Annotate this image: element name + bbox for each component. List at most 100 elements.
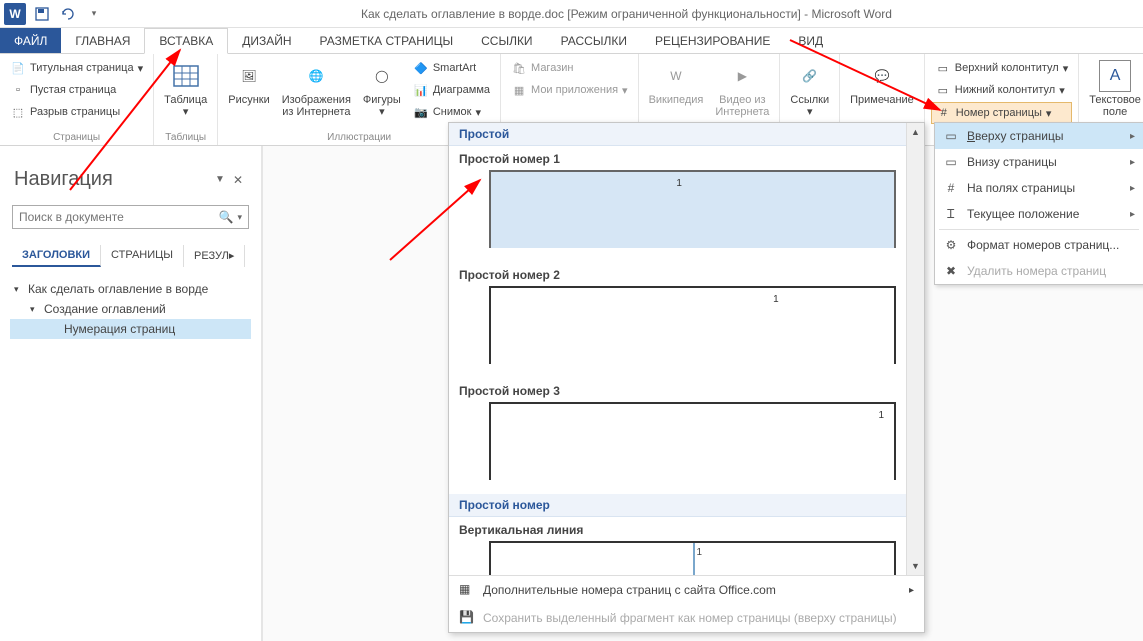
video-icon: ▶ [726, 60, 758, 92]
gallery-option-label: Простой номер 3 [449, 378, 906, 402]
save-icon[interactable] [34, 6, 50, 22]
scroll-up-icon[interactable]: ▲ [907, 123, 924, 141]
page-break-button[interactable]: ⬚Разрыв страницы [6, 102, 147, 122]
table-button[interactable]: Таблица▾ [160, 58, 211, 120]
menu-item-bottom[interactable]: ▭Внизу страницы▸ [935, 149, 1143, 175]
blank-page-button[interactable]: ▫Пустая страница [6, 80, 147, 100]
shapes-button[interactable]: ◯Фигуры▾ [359, 58, 405, 120]
chevron-right-icon: ▸ [1130, 157, 1135, 168]
quick-access-toolbar: ▾ [26, 6, 110, 22]
group-tables: Таблица▾ Таблицы [154, 54, 218, 145]
store-button[interactable]: 🛍Магазин [507, 58, 632, 78]
online-picture-icon: 🌐 [300, 60, 332, 92]
shapes-icon: ◯ [366, 60, 398, 92]
gallery-scrollbar[interactable]: ▲ ▼ [906, 123, 924, 575]
nav-tabs: ЗАГОЛОВКИ СТРАНИЦЫ РЕЗУЛ▸ [12, 245, 249, 267]
window-title: Как сделать оглавление в ворде.doc [Режи… [110, 7, 1143, 21]
search-input[interactable] [19, 210, 219, 224]
wiki-icon: W [660, 60, 692, 92]
smartart-button[interactable]: 🔷SmartArt [409, 58, 494, 78]
tab-mailings[interactable]: РАССЫЛКИ [547, 28, 641, 53]
header-button[interactable]: ▭Верхний колонтитул ▾ [931, 58, 1072, 78]
more-from-office-button[interactable]: ▦Дополнительные номера страниц с сайта O… [449, 576, 924, 604]
online-pictures-button[interactable]: 🌐Изображения из Интернета [278, 58, 355, 120]
menu-item-top[interactable]: ▭Вверху страницы▸ [935, 123, 1143, 149]
screenshot-button[interactable]: 📷Снимок ▾ [409, 102, 494, 122]
save-icon: 💾 [459, 610, 475, 626]
group-pages: 📄Титульная страница ▾ ▫Пустая страница ⬚… [0, 54, 154, 145]
chevron-right-icon: ▸ [1130, 209, 1135, 220]
navigation-pane: Навигация ▼ ✕ 🔍 ▾ ЗАГОЛОВКИ СТРАНИЦЫ РЕЗ… [0, 146, 262, 641]
menu-item-current[interactable]: ᏆТекущее положение▸ [935, 201, 1143, 227]
tree-item[interactable]: Как сделать оглавление в ворде [10, 279, 251, 299]
gallery-option[interactable]: 1 [489, 286, 896, 364]
wikipedia-button[interactable]: WВикипедия [645, 58, 708, 108]
nav-tab-pages[interactable]: СТРАНИЦЫ [101, 245, 184, 267]
tab-insert[interactable]: ВСТАВКА [144, 28, 228, 54]
textbox-icon: A [1099, 60, 1131, 92]
gallery-option[interactable]: 1 [489, 541, 896, 575]
nav-dropdown-icon[interactable]: ▼ [211, 174, 229, 185]
qat-dropdown-icon[interactable]: ▾ [86, 6, 102, 22]
menu-item-format[interactable]: ⚙Формат номеров страниц... [935, 232, 1143, 258]
comment-button[interactable]: 💬Примечание [846, 58, 918, 108]
cursor-icon: Ꮖ [943, 206, 959, 222]
pictures-button[interactable]: 🖼Рисунки [224, 58, 274, 108]
myapps-button[interactable]: ▦Мои приложения ▾ [507, 80, 632, 100]
nav-tab-results[interactable]: РЕЗУЛ▸ [184, 245, 245, 267]
tree-item[interactable]: Создание оглавлений [10, 299, 251, 319]
break-icon: ⬚ [10, 104, 26, 120]
online-video-button[interactable]: ▶Видео из Интернета [711, 58, 773, 120]
group-label: Страницы [6, 130, 147, 143]
remove-icon: ✖ [943, 263, 959, 279]
chevron-right-icon: ▸ [1130, 131, 1135, 142]
apps-icon: ▦ [511, 82, 527, 98]
page-margin-icon: # [943, 180, 959, 196]
scroll-down-icon[interactable]: ▼ [907, 557, 924, 575]
page-top-icon: ▭ [943, 128, 959, 144]
redo-icon[interactable] [60, 6, 76, 22]
header-icon: ▭ [935, 60, 951, 76]
pagenum-icon: # [936, 105, 952, 121]
footer-icon: ▭ [935, 82, 951, 98]
footer-button[interactable]: ▭Нижний колонтитул ▾ [931, 80, 1072, 100]
gallery-option-label: Вертикальная линия [449, 517, 906, 541]
nav-tree: Как сделать оглавление в ворде Создание … [0, 267, 261, 351]
page-icon: 📄 [10, 60, 26, 76]
blank-page-icon: ▫ [10, 82, 26, 98]
gallery-category: Простой [449, 123, 906, 146]
save-selection-button: 💾Сохранить выделенный фрагмент как номер… [449, 604, 924, 632]
search-icon[interactable]: 🔍 [219, 210, 234, 224]
tab-review[interactable]: РЕЦЕНЗИРОВАНИЕ [641, 28, 784, 53]
gallery-option[interactable]: 1 [489, 402, 896, 480]
tab-home[interactable]: ГЛАВНАЯ [61, 28, 144, 53]
page-number-button[interactable]: #Номер страницы ▾ [931, 102, 1072, 124]
tab-references[interactable]: ССЫЛКИ [467, 28, 546, 53]
search-dropdown-icon[interactable]: ▾ [237, 212, 242, 223]
tree-item[interactable]: Нумерация страниц [10, 319, 251, 339]
nav-tab-headings[interactable]: ЗАГОЛОВКИ [12, 245, 101, 267]
tab-file[interactable]: ФАЙЛ [0, 28, 61, 53]
cover-page-button[interactable]: 📄Титульная страница ▾ [6, 58, 147, 78]
format-icon: ⚙ [943, 237, 959, 253]
tab-layout[interactable]: РАЗМЕТКА СТРАНИЦЫ [306, 28, 468, 53]
chart-icon: 📊 [413, 82, 429, 98]
vertical-line-icon [693, 543, 695, 575]
textbox-button[interactable]: AТекстовое поле [1085, 58, 1143, 120]
links-button[interactable]: 🔗Ссылки▾ [786, 58, 833, 120]
nav-search[interactable]: 🔍 ▾ [12, 205, 249, 229]
menu-item-margins[interactable]: #На полях страницы▸ [935, 175, 1143, 201]
menu-item-remove: ✖Удалить номера страниц [935, 258, 1143, 284]
link-icon: 🔗 [794, 60, 826, 92]
gallery-option-label: Простой номер 1 [449, 146, 906, 170]
page-number-menu: ▭Вверху страницы▸ ▭Внизу страницы▸ #На п… [934, 122, 1143, 285]
tab-view[interactable]: ВИД [784, 28, 837, 53]
group-label: Таблицы [160, 130, 211, 143]
tab-design[interactable]: ДИЗАЙН [228, 28, 305, 53]
gallery-option[interactable]: 1 [489, 170, 896, 248]
app-icon: W [4, 3, 26, 25]
table-icon [170, 60, 202, 92]
chart-button[interactable]: 📊Диаграмма [409, 80, 494, 100]
close-icon[interactable]: ✕ [229, 173, 247, 187]
smartart-icon: 🔷 [413, 60, 429, 76]
